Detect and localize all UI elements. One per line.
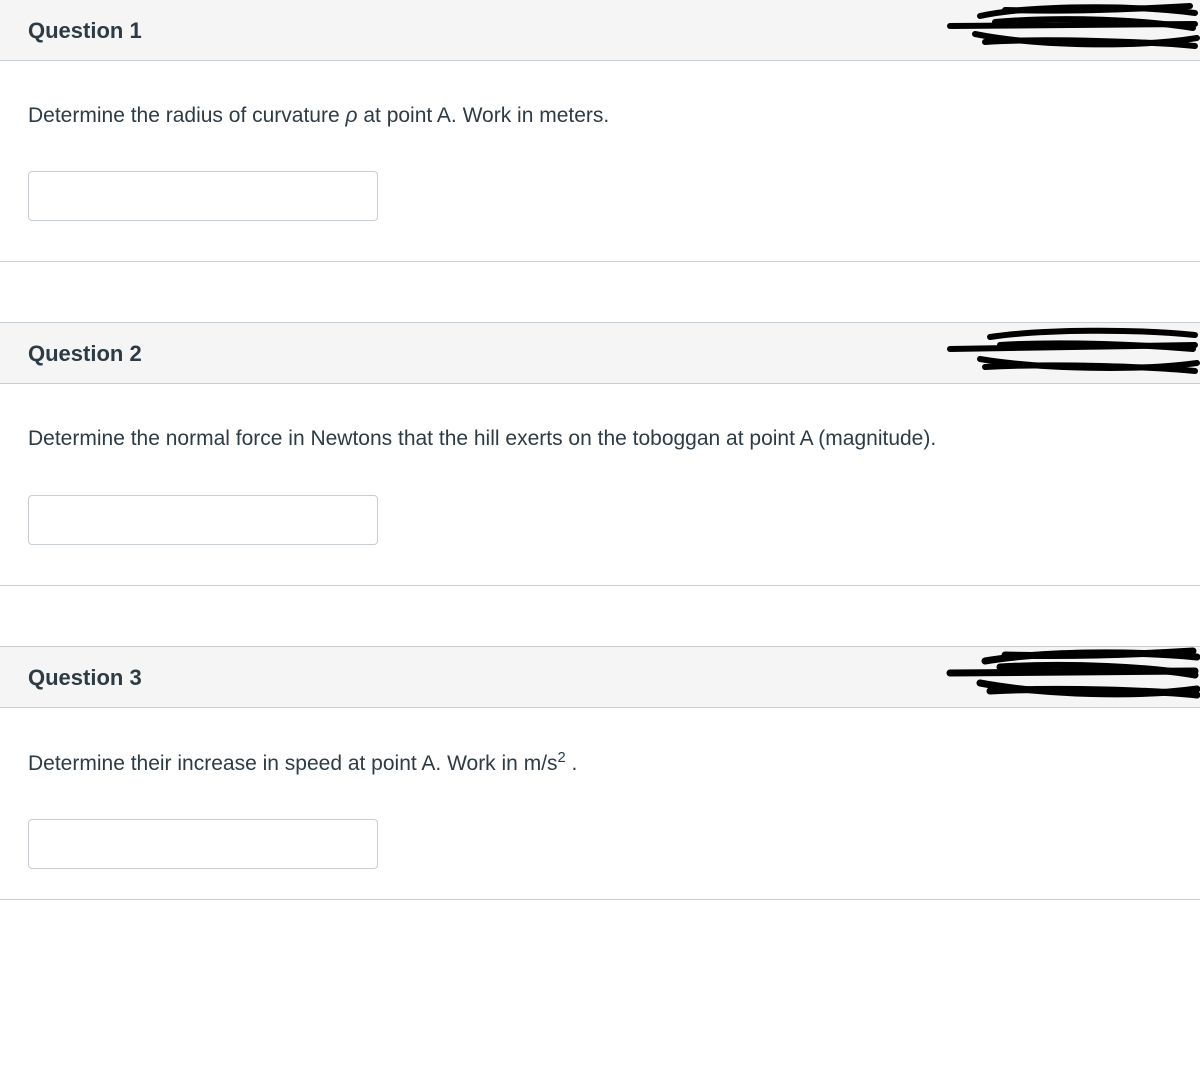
prompt-text-before: Determine their increase in speed at poi… (28, 752, 558, 775)
question-body: Determine their increase in speed at poi… (0, 708, 1200, 899)
redaction-scribble-icon (945, 645, 1200, 709)
prompt-text-after: . (566, 752, 578, 775)
answer-input[interactable] (28, 495, 378, 545)
question-header: Question 2 (0, 323, 1200, 384)
question-prompt: Determine their increase in speed at poi… (28, 748, 1172, 779)
question-prompt: Determine the normal force in Newtons th… (28, 424, 1172, 454)
question-title: Question 3 (28, 665, 142, 690)
question-header: Question 1 (0, 0, 1200, 61)
question-block-2: Question 2 Determine the normal force in… (0, 322, 1200, 585)
redaction-scribble-icon (945, 0, 1200, 62)
answer-input[interactable] (28, 819, 378, 869)
prompt-text-after: at point A. Work in meters. (358, 104, 610, 127)
redaction-scribble-icon (945, 321, 1200, 385)
question-block-1: Question 1 Determine the radius of curva… (0, 0, 1200, 262)
prompt-italic: ρ (345, 104, 357, 127)
question-body: Determine the radius of curvature ρ at p… (0, 61, 1200, 261)
question-block-3: Question 3 Determine their increase in s… (0, 646, 1200, 900)
prompt-text-before: Determine the radius of curvature (28, 104, 345, 127)
question-prompt: Determine the radius of curvature ρ at p… (28, 101, 1172, 131)
prompt-text-before: Determine the normal force in Newtons th… (28, 427, 936, 450)
question-header: Question 3 (0, 647, 1200, 708)
answer-input[interactable] (28, 171, 378, 221)
question-title: Question 1 (28, 18, 142, 43)
question-title: Question 2 (28, 341, 142, 366)
prompt-superscript: 2 (558, 750, 566, 766)
question-body: Determine the normal force in Newtons th… (0, 384, 1200, 584)
